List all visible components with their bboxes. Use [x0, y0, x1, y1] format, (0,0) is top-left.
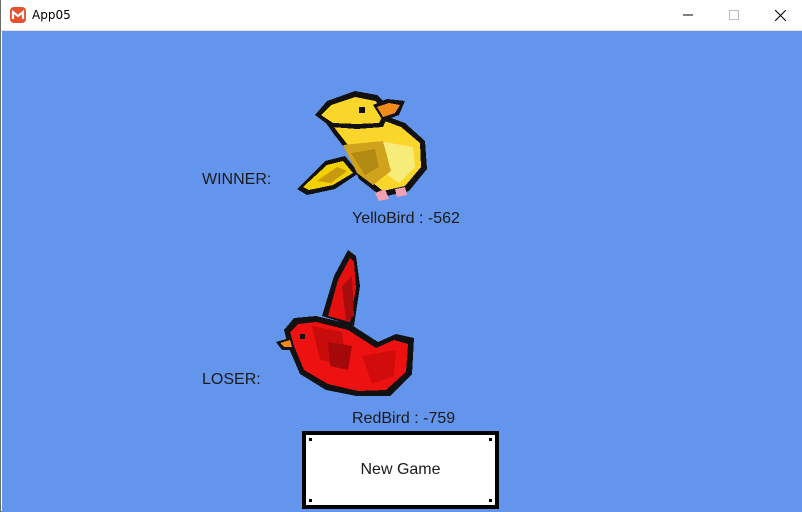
minimize-icon	[683, 14, 693, 16]
title-bar[interactable]: App05	[1, 0, 802, 31]
loser-score: RedBird : -759	[352, 410, 456, 427]
close-icon	[774, 9, 786, 21]
button-corner	[489, 499, 492, 502]
new-game-label: New Game	[360, 461, 441, 478]
button-corner	[489, 438, 492, 441]
game-canvas[interactable]: WINNER: YelloBird : -562 LOSER: RedBird …	[2, 31, 802, 512]
maximize-button[interactable]	[711, 0, 757, 30]
app-icon	[10, 7, 26, 23]
window-title: App05	[32, 8, 71, 22]
app-window: App05 WINNER: YelloBird: -562 LOSER: Re…	[0, 0, 802, 512]
loser-label: LOSER:	[202, 371, 261, 388]
minimize-button[interactable]	[665, 0, 711, 30]
new-game-button[interactable]: New Game	[302, 431, 499, 509]
button-corner	[309, 438, 312, 441]
button-corner	[309, 499, 312, 502]
winner-score: YelloBird : -562	[352, 210, 460, 227]
red-bird-sprite	[276, 250, 414, 396]
winner-label: WINNER:	[202, 171, 272, 188]
yellow-bird-sprite	[297, 91, 427, 201]
close-button[interactable]	[757, 0, 802, 30]
maximize-icon	[729, 10, 739, 20]
